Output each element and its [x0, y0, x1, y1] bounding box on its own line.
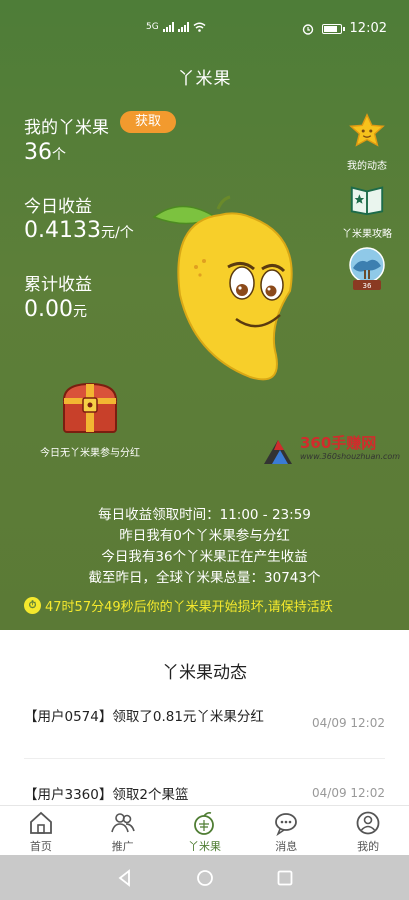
- tree-button[interactable]: 36: [337, 246, 397, 299]
- system-nav-bar: [0, 855, 409, 900]
- income-info: 每日收益领取时间：11:00 - 23:59 昨日我有0个丫米果参与分红 今日我…: [0, 505, 409, 589]
- info-line: 昨日我有0个丫米果参与分红: [119, 528, 290, 544]
- book-icon: [350, 186, 384, 216]
- today-income-value: 0.4133: [24, 218, 101, 243]
- tab-promote-label: 推广: [111, 840, 134, 853]
- feed-item-text: 【用户3360】领取2个果篮: [24, 787, 189, 803]
- total-income-label: 累计收益: [24, 275, 92, 295]
- signal-icon-2: [177, 22, 189, 32]
- list-item[interactable]: 【用户0574】领取了0.81元丫米果分红 04/09 12:02: [24, 706, 385, 730]
- watermark-brand: 360手赚网: [300, 434, 377, 452]
- home-nav-icon[interactable]: [196, 869, 214, 887]
- status-icons-right: 12:02: [302, 21, 387, 36]
- signal-type-label: 5G: [146, 22, 159, 32]
- bottom-tab-bar: 首页 推广 丫米果 消息 我的: [0, 805, 409, 855]
- tab-profile[interactable]: 我的: [327, 806, 409, 855]
- decay-warning: ⏱ 47时57分49秒后你的丫米果开始损坏,请保持活跃: [24, 596, 399, 615]
- status-bar: 5G 12:02: [0, 0, 409, 38]
- strategy-button[interactable]: 丫米果攻略: [337, 180, 397, 240]
- mango-mascot: [152, 195, 293, 381]
- strategy-label: 丫米果攻略: [342, 229, 392, 240]
- total-income-value: 0.00: [24, 297, 73, 322]
- total-income: 0.00元: [24, 297, 87, 322]
- recents-icon[interactable]: [276, 869, 294, 887]
- signal-icon: [162, 22, 174, 32]
- battery-icon: [321, 23, 345, 34]
- people-icon: [110, 813, 135, 833]
- today-income: 0.4133元/个: [24, 218, 134, 243]
- star-icon: [349, 113, 385, 147]
- tab-fruit-label: 丫米果: [187, 840, 221, 853]
- hero-panel: 5G 12:02 丫米果 我的丫米果 获取 36个 今日收益 0.4133元/个…: [0, 0, 409, 630]
- alarm-icon: [302, 23, 313, 35]
- clock-icon: ⏱: [24, 597, 41, 614]
- feed-item-time: 04/09 12:02: [312, 716, 385, 730]
- treasure-chest-icon[interactable]: [60, 380, 120, 436]
- info-line: 每日收益领取时间：11:00 - 23:59: [98, 507, 311, 523]
- feed-divider: [24, 758, 385, 759]
- tab-fruit[interactable]: 丫米果: [164, 806, 246, 855]
- list-item[interactable]: 【用户3360】领取2个果篮 04/09 12:02: [24, 784, 385, 805]
- fruit-feed: 丫米果动态 【用户0574】领取了0.81元丫米果分红 04/09 12:02 …: [0, 630, 409, 805]
- tab-home[interactable]: 首页: [0, 806, 82, 855]
- fruit-icon: [194, 812, 215, 835]
- tab-messages-label: 消息: [275, 840, 298, 853]
- total-income-unit: 元: [72, 304, 87, 320]
- today-income-unit: 元/个: [100, 225, 134, 241]
- my-fruit-count: 36个: [24, 140, 66, 165]
- my-fruit-count-value: 36: [24, 140, 52, 165]
- today-income-label: 今日收益: [24, 197, 92, 217]
- chest-label: 今日无丫米果参与分红: [40, 448, 140, 459]
- get-fruit-button[interactable]: 获取: [120, 111, 176, 133]
- info-line: 截至昨日，全球丫米果总量：30743个: [88, 570, 321, 586]
- feed-title: 丫米果动态: [162, 663, 247, 683]
- tab-messages[interactable]: 消息: [245, 806, 327, 855]
- back-icon[interactable]: [116, 868, 134, 887]
- profile-icon: [356, 811, 380, 835]
- my-activity-label: 我的动态: [347, 161, 387, 172]
- tab-promote[interactable]: 推广: [82, 806, 164, 855]
- my-fruit-label: 我的丫米果: [24, 118, 109, 138]
- watermark-url: www.360shouzhuan.com: [300, 452, 401, 461]
- tree-badge-icon: 36: [349, 247, 385, 290]
- info-line: 今日我有36个丫米果正在产生收益: [101, 549, 308, 565]
- watermark-triangle-icon: [264, 440, 292, 464]
- status-icons-left: 5G: [146, 22, 206, 32]
- feed-item-time: 04/09 12:02: [312, 786, 385, 800]
- wifi-icon: [193, 22, 206, 32]
- tab-home-label: 首页: [29, 840, 52, 853]
- tab-profile-label: 我的: [357, 840, 380, 853]
- feed-item-text: 【用户0574】领取了0.81元丫米果分红: [24, 709, 264, 725]
- status-time: 12:02: [349, 21, 387, 36]
- decay-warning-text: 47时57分49秒后你的丫米果开始损坏,请保持活跃: [45, 600, 333, 615]
- my-activity-button[interactable]: 我的动态: [337, 112, 397, 172]
- tree-badge-count: 36: [363, 282, 372, 290]
- watermark-logo: 360手赚网 www.360shouzhuan.com: [260, 432, 400, 466]
- my-fruit-count-unit: 个: [52, 147, 66, 163]
- message-icon: [275, 813, 298, 836]
- page-title: 丫米果: [177, 69, 232, 89]
- home-icon: [29, 811, 52, 834]
